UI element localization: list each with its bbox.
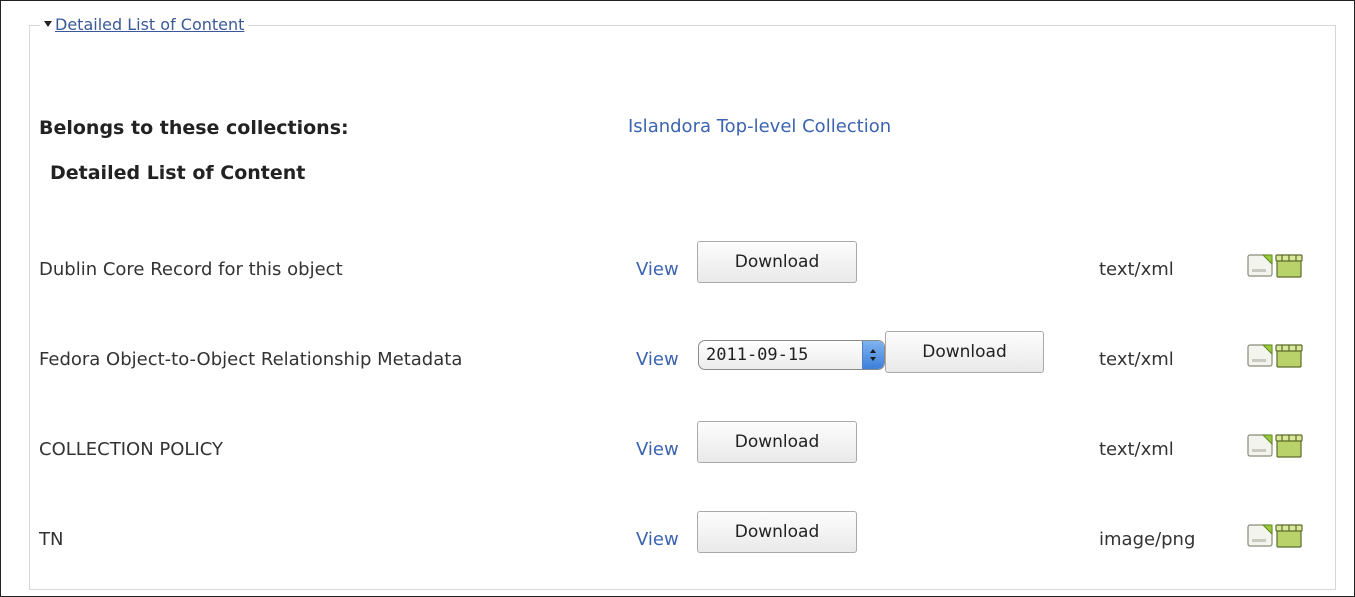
download-button[interactable]: Download bbox=[697, 511, 857, 553]
panel-legend-link[interactable]: Detailed List of Content bbox=[55, 15, 244, 34]
view-link[interactable]: View bbox=[636, 529, 679, 551]
section-title: Detailed List of Content bbox=[50, 162, 306, 184]
collection-link[interactable]: Islandora Top-level Collection bbox=[628, 116, 891, 138]
download-button[interactable]: Download bbox=[697, 421, 857, 463]
view-link[interactable]: View bbox=[636, 259, 679, 281]
mime-type: text/xml bbox=[1099, 439, 1174, 460]
window-frame: Detailed List of Content Belongs to thes… bbox=[0, 0, 1355, 597]
datastream-name: Dublin Core Record for this object bbox=[39, 259, 343, 280]
collapse-toggle-icon[interactable] bbox=[44, 21, 52, 27]
file-icon[interactable] bbox=[1247, 252, 1275, 278]
panel-legend[interactable]: Detailed List of Content bbox=[40, 15, 248, 35]
collections-label: Belongs to these collections: bbox=[39, 117, 349, 139]
datastream-name: COLLECTION POLICY bbox=[39, 439, 223, 460]
datastream-name: Fedora Object-to-Object Relationship Met… bbox=[39, 349, 463, 370]
file-icon[interactable] bbox=[1247, 342, 1275, 368]
row-icons bbox=[1247, 252, 1305, 280]
row-icons bbox=[1247, 342, 1305, 370]
file-icon[interactable] bbox=[1247, 432, 1275, 458]
mime-type: text/xml bbox=[1099, 349, 1174, 370]
mime-type: image/png bbox=[1099, 529, 1196, 550]
detailed-content-panel: Detailed List of Content bbox=[29, 15, 1336, 590]
row-icons bbox=[1247, 432, 1305, 460]
archive-box-icon[interactable] bbox=[1275, 522, 1303, 548]
download-button[interactable]: Download bbox=[697, 241, 857, 283]
row-icons bbox=[1247, 522, 1305, 550]
version-select[interactable]: 2011-09-15 bbox=[698, 340, 885, 370]
archive-box-icon[interactable] bbox=[1275, 432, 1303, 458]
archive-box-icon[interactable] bbox=[1275, 342, 1303, 368]
archive-box-icon[interactable] bbox=[1275, 252, 1303, 278]
select-arrows-icon bbox=[862, 341, 884, 369]
datastream-name: TN bbox=[39, 529, 64, 550]
version-select-value: 2011-09-15 bbox=[706, 345, 809, 365]
file-icon[interactable] bbox=[1247, 522, 1275, 548]
mime-type: text/xml bbox=[1099, 259, 1174, 280]
download-button[interactable]: Download bbox=[885, 331, 1044, 373]
view-link[interactable]: View bbox=[636, 349, 679, 371]
view-link[interactable]: View bbox=[636, 439, 679, 461]
